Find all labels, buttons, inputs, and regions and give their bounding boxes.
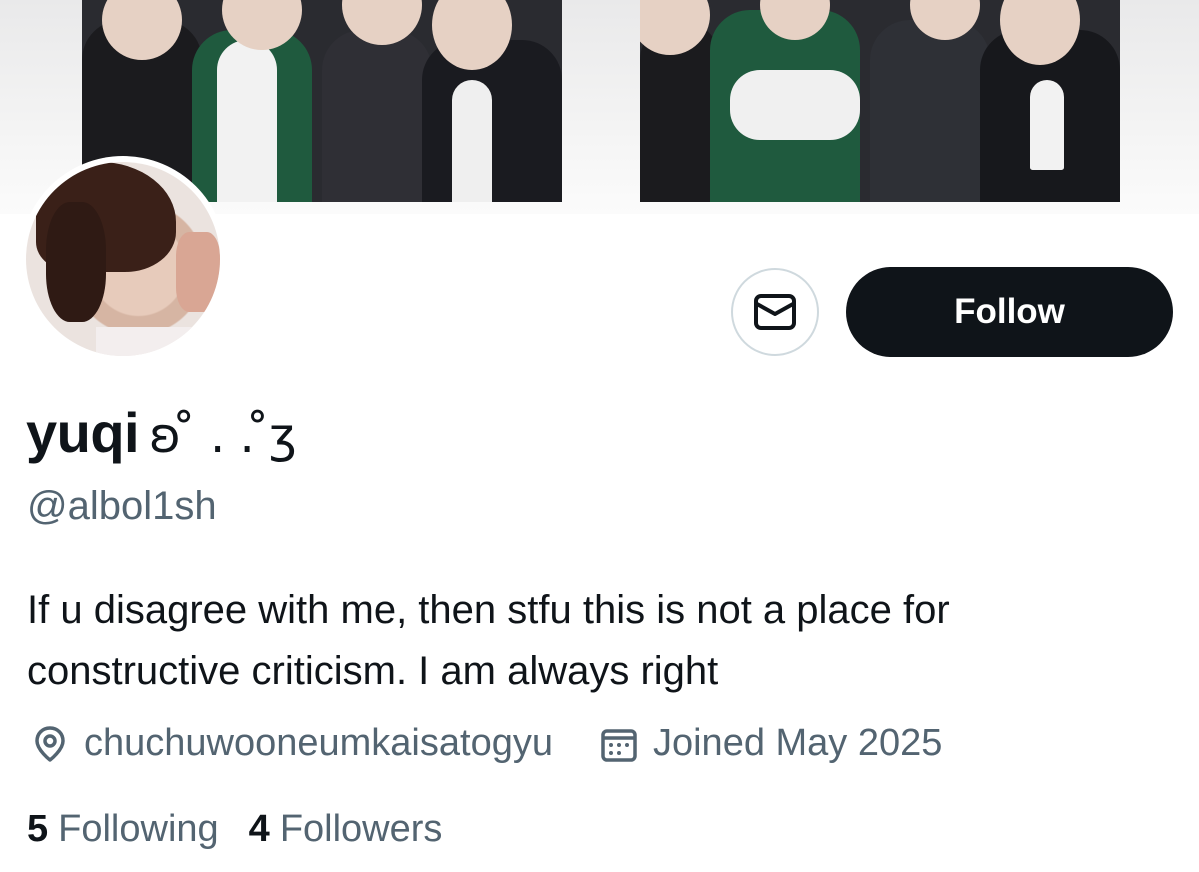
envelope-icon	[754, 294, 796, 330]
display-name: yuqi ʚ ̊ . . ̊ʒ	[26, 400, 297, 465]
joined-item: Joined May 2025	[599, 722, 942, 765]
location-item: chuchuwooneumkaisatogyu	[30, 722, 553, 765]
message-button[interactable]	[731, 268, 819, 356]
followers-link[interactable]: 4 Followers	[249, 808, 443, 851]
following-label: Following	[58, 808, 219, 850]
display-name-kaomoji: ʚ ̊ . . ̊ʒ	[149, 408, 297, 464]
avatar-image	[26, 162, 220, 356]
joined-text: Joined May 2025	[652, 722, 943, 764]
following-count: 5	[27, 808, 49, 850]
profile-avatar[interactable]	[20, 156, 226, 362]
following-link[interactable]: 5 Following	[27, 808, 219, 851]
profile-page: Follow yuqi ʚ ̊ . . ̊ʒ @albol1sh If u dis…	[0, 0, 1199, 872]
location-pin-icon	[35, 725, 65, 762]
profile-bio: If u disagree with me, then stfu this is…	[27, 588, 950, 693]
location-text: chuchuwooneumkaisatogyu	[84, 722, 553, 764]
profile-stats: 5 Following 4 Followers	[27, 808, 472, 851]
followers-count: 4	[248, 808, 270, 850]
banner-photo-right	[640, 0, 1120, 202]
follow-button[interactable]: Follow	[846, 267, 1173, 357]
user-handle: @albol1sh	[27, 484, 217, 528]
followers-label: Followers	[279, 808, 443, 850]
calendar-icon	[601, 728, 637, 762]
follow-button-label: Follow	[954, 292, 1065, 331]
display-name-text: yuqi	[26, 401, 140, 464]
profile-meta: chuchuwooneumkaisatogyu Joined May 2025	[30, 722, 988, 765]
